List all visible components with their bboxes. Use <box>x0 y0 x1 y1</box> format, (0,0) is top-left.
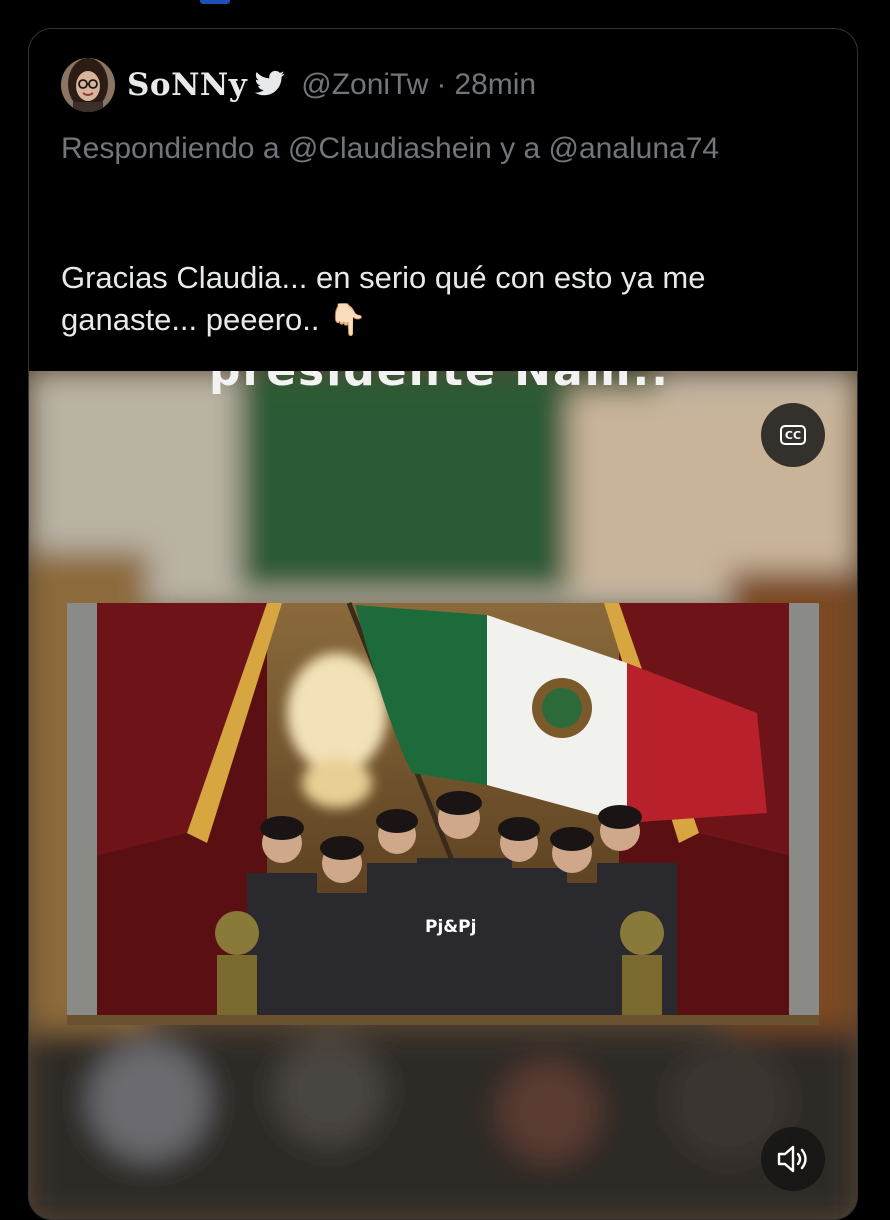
reply-joiner: y a <box>500 132 541 165</box>
timestamp[interactable]: 28min <box>454 68 536 102</box>
video-player[interactable]: presidente Nam.. Pj&Pj CC <box>29 371 857 1219</box>
closed-captions-button[interactable]: CC <box>761 403 825 467</box>
closed-captions-icon: CC <box>780 425 806 445</box>
twitter-bird-icon <box>247 68 287 103</box>
tweet-header: SoNNy @ZoniTw · 28min <box>61 57 536 113</box>
top-stub-decoration <box>200 0 230 4</box>
pointing-down-emoji: 👇🏻 <box>328 302 367 337</box>
separator-dot: · <box>436 68 447 101</box>
name-row: SoNNy @ZoniTw · 28min <box>127 67 536 103</box>
volume-button[interactable] <box>761 1127 825 1191</box>
quoted-tweet-card[interactable]: SoNNy @ZoniTw · 28min Respondiendo a @Cl… <box>28 28 858 1220</box>
replying-to-line: Respondiendo a @Claudiashein y a @analun… <box>61 125 821 173</box>
video-frame-image <box>29 371 857 1219</box>
video-caption: presidente Nam.. <box>209 371 670 396</box>
speaker-icon <box>777 1145 807 1173</box>
avatar[interactable] <box>61 58 115 112</box>
tweet-body: Gracias Claudia... en serio qué con esto… <box>61 257 831 341</box>
tweet-text: Gracias Claudia... en serio qué con esto… <box>61 260 706 337</box>
overlay-label: Pj&Pj <box>425 917 477 937</box>
reply-prefix: Respondiendo a <box>61 132 280 165</box>
user-handle[interactable]: @ZoniTw <box>301 68 428 102</box>
reply-mention-claudiashein[interactable]: @Claudiashein <box>288 132 492 165</box>
display-name[interactable]: SoNNy <box>127 67 247 103</box>
reply-mention-analuna74[interactable]: @analuna74 <box>548 132 719 165</box>
